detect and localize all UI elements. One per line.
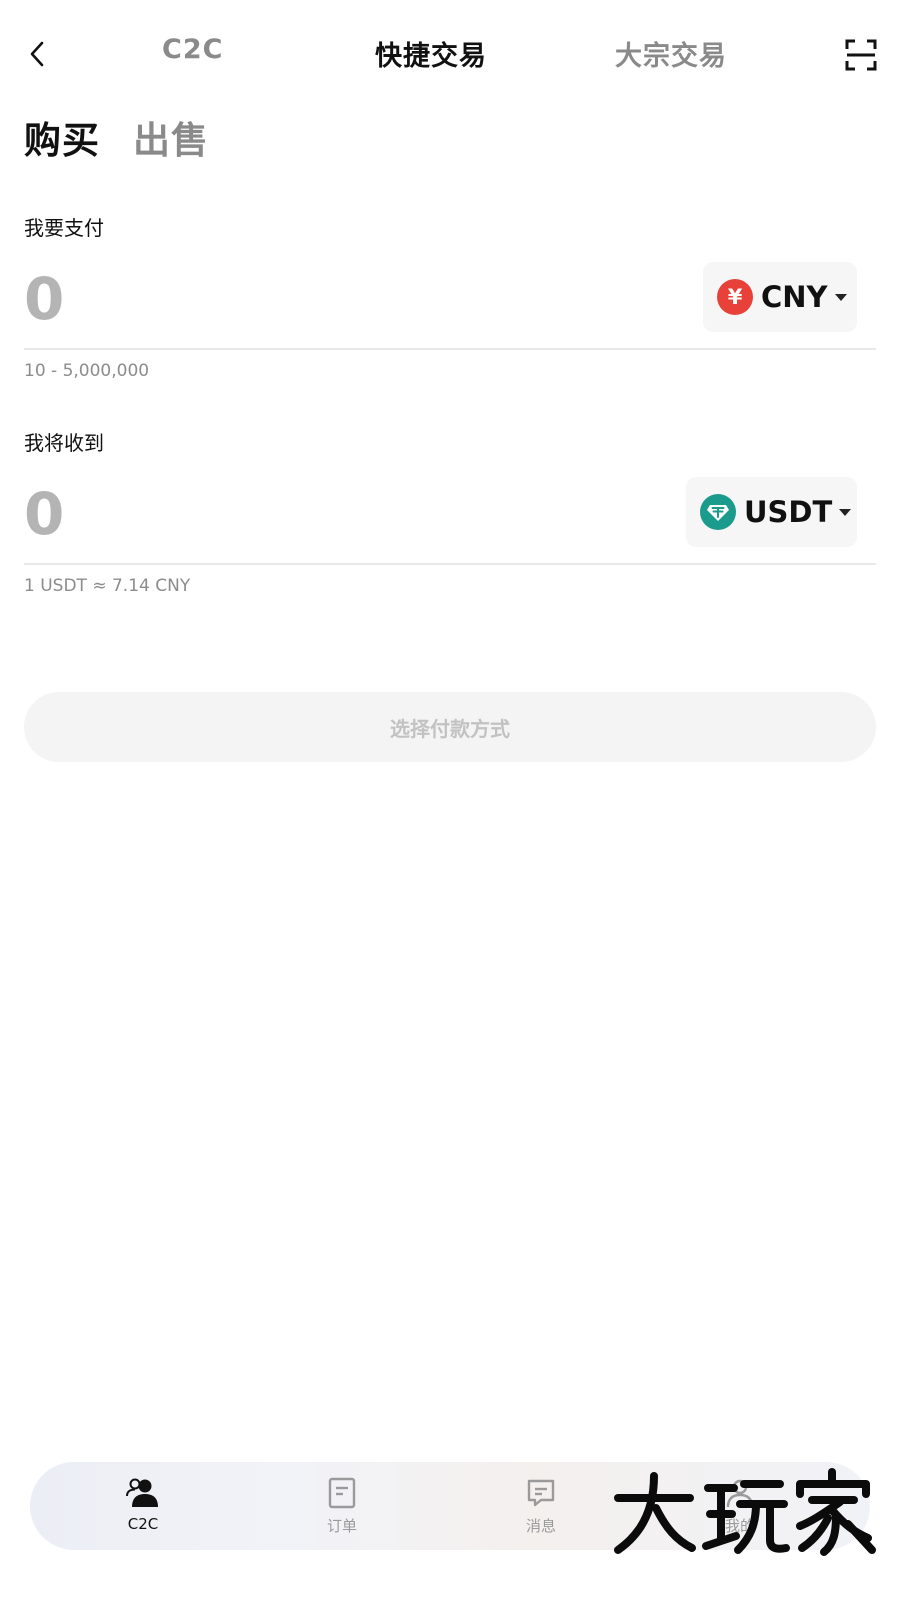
yuan-icon: ¥: [717, 279, 753, 315]
tab-quick-trade[interactable]: 快捷交易: [375, 34, 487, 73]
receive-amount-input[interactable]: [24, 477, 624, 551]
receive-divider: [24, 563, 876, 565]
tether-icon: [700, 494, 736, 530]
nav-label-messages: 消息: [525, 1517, 556, 1535]
nav-label-c2c: C2C: [127, 1515, 159, 1533]
scan-button[interactable]: [844, 38, 878, 72]
bottom-navigation: C2C 订单 消息 我的: [30, 1462, 870, 1550]
pay-amount-input[interactable]: [24, 262, 624, 336]
nav-item-profile[interactable]: 我的: [680, 1476, 800, 1536]
nav-item-orders[interactable]: 订单: [282, 1476, 402, 1536]
top-navigation-bar: C2C 快捷交易 大宗交易: [0, 0, 900, 110]
pay-currency-code: CNY: [761, 280, 828, 314]
tab-c2c[interactable]: C2C: [162, 34, 223, 65]
caret-down-icon: [834, 293, 847, 301]
pay-currency-selector[interactable]: ¥ CNY: [703, 262, 857, 332]
tab-buy[interactable]: 购买: [24, 110, 100, 164]
back-button[interactable]: [22, 36, 52, 72]
pay-divider: [24, 348, 876, 350]
message-icon: [527, 1479, 555, 1507]
scan-icon: [845, 39, 877, 71]
caret-down-icon: [839, 508, 852, 516]
tab-block-trade[interactable]: 大宗交易: [615, 34, 727, 73]
receive-currency-selector[interactable]: USDT: [686, 477, 857, 547]
yuan-symbol: ¥: [727, 285, 743, 309]
nav-item-messages[interactable]: 消息: [481, 1476, 601, 1536]
nav-label-orders: 订单: [326, 1517, 357, 1535]
pay-label: 我要支付: [24, 216, 104, 240]
chevron-left-icon: [30, 41, 44, 67]
nav-label-profile: 我的: [724, 1517, 755, 1535]
receive-currency-code: USDT: [744, 495, 833, 529]
users-icon: [126, 1478, 158, 1507]
exchange-rate-hint: 1 USDT ≈ 7.14 CNY: [24, 576, 191, 596]
document-icon: [328, 1477, 356, 1509]
profile-icon: [726, 1479, 754, 1508]
select-payment-method-button[interactable]: 选择付款方式: [24, 692, 876, 762]
pay-range-hint: 10 - 5,000,000: [24, 361, 150, 381]
nav-item-c2c[interactable]: C2C: [83, 1476, 203, 1533]
tab-sell[interactable]: 出售: [133, 110, 209, 164]
receive-label: 我将收到: [24, 431, 104, 455]
